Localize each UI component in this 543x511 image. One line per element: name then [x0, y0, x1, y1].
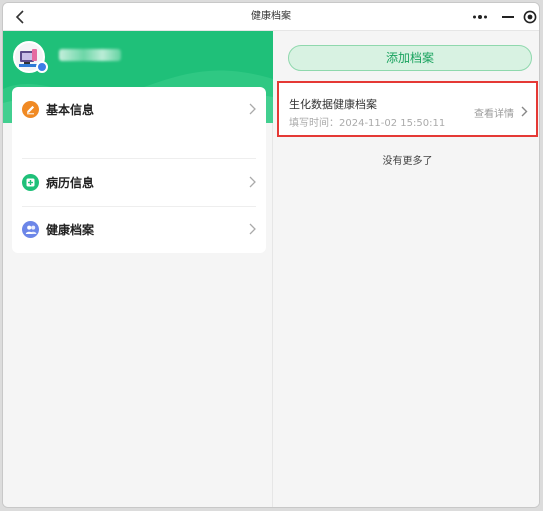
record-title: 生化数据健康档案 [289, 98, 377, 111]
verified-badge-icon [36, 61, 48, 73]
username-blurred [59, 49, 121, 61]
more-button[interactable] [469, 6, 491, 28]
target-icon [523, 10, 537, 24]
edit-icon [22, 101, 39, 118]
medical-record-icon [22, 174, 39, 191]
record-time: 填写时间：2024-11-02 15:50:11 [289, 118, 446, 129]
add-record-button[interactable]: 添加档案 [288, 45, 532, 71]
window-title: 健康档案 [251, 11, 291, 22]
left-panel: 基本信息 病历信息 健康档案 [3, 31, 273, 507]
menu-item-label: 病历信息 [46, 176, 95, 190]
chevron-right-icon [249, 223, 256, 235]
chevron-right-icon [249, 103, 256, 115]
record-card[interactable]: 生化数据健康档案 填写时间：2024-11-02 15:50:11 查看详情 [277, 81, 538, 137]
record-button[interactable] [519, 6, 539, 28]
menu-item-basic-info[interactable]: 基本信息 [12, 87, 266, 133]
more-dots-icon [473, 15, 487, 19]
title-bar: 健康档案 [3, 3, 539, 31]
menu-item-label: 健康档案 [46, 223, 95, 237]
menu-item-health-record[interactable]: 健康档案 [12, 207, 266, 253]
menu-divider [22, 158, 256, 159]
view-details-link[interactable]: 查看详情 [474, 105, 514, 120]
minimize-button[interactable] [497, 6, 519, 28]
menu-item-label: 基本信息 [46, 103, 95, 117]
minimize-icon [502, 16, 514, 18]
menu-card: 基本信息 病历信息 健康档案 [12, 87, 266, 253]
chevron-right-icon [521, 106, 528, 117]
right-panel: 添加档案 生化数据健康档案 填写时间：2024-11-02 15:50:11 查… [274, 31, 539, 507]
menu-item-medical-record[interactable]: 病历信息 [12, 160, 266, 206]
people-icon [22, 221, 39, 238]
chevron-right-icon [249, 176, 256, 188]
no-more-text: 没有更多了 [382, 156, 433, 167]
app-window: 健康档案 基本信息 病历信息 健康档案 添加档案 生化数据健康档案 填写时间：2… [2, 2, 540, 508]
